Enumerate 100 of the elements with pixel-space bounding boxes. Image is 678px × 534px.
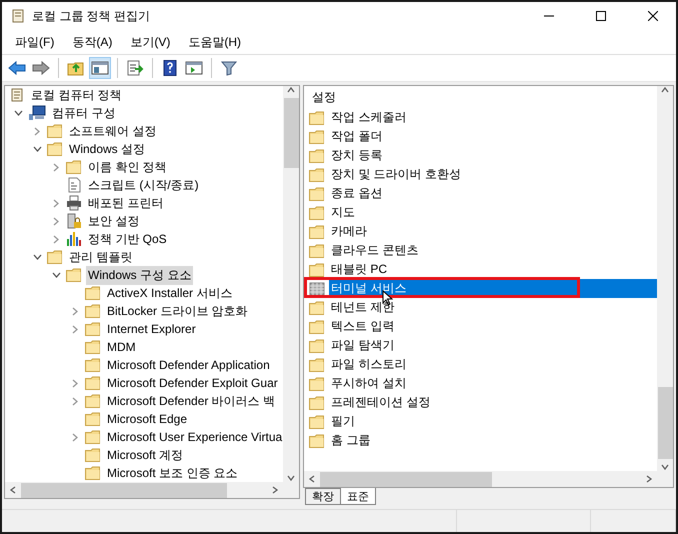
scroll-thumb[interactable] xyxy=(21,482,227,498)
list-item[interactable]: 지도 xyxy=(329,203,657,222)
tree-item[interactable]: Internet Explorer xyxy=(105,321,198,337)
list-item[interactable]: 클라우드 콘텐츠 xyxy=(329,241,657,260)
bar-chart-icon xyxy=(66,231,82,247)
list-item[interactable]: 텍스트 입력 xyxy=(329,317,657,336)
list-item[interactable]: 종료 옵션 xyxy=(329,184,657,203)
menu-item[interactable]: 보기(V) xyxy=(121,34,180,50)
tree-item[interactable]: Microsoft Defender 바이러스 백 xyxy=(105,392,278,410)
view-tab[interactable]: 표준 xyxy=(340,488,376,505)
folder-icon xyxy=(66,268,82,282)
tree-item[interactable]: Microsoft 보조 인증 요소 xyxy=(105,464,240,482)
expand-chevron-icon[interactable] xyxy=(72,306,78,316)
tree-item[interactable]: 배포된 프린터 xyxy=(86,194,166,212)
collapse-chevron-icon[interactable] xyxy=(14,110,22,116)
list-item[interactable]: 작업 폴더 xyxy=(329,127,657,146)
maximize-icon xyxy=(596,11,606,21)
tree-item[interactable]: 컴퓨터 구성 xyxy=(50,104,118,122)
folder-icon xyxy=(309,206,325,220)
expand-chevron-icon[interactable] xyxy=(53,198,59,208)
list-item[interactable]: 푸시하여 설치 xyxy=(329,374,657,393)
vertical-scrollbar[interactable] xyxy=(283,86,299,482)
scroll-up-icon[interactable] xyxy=(661,86,669,94)
folder-icon xyxy=(309,168,325,182)
tree-item[interactable]: Microsoft Edge xyxy=(105,411,190,427)
expand-chevron-icon[interactable] xyxy=(72,378,78,388)
scroll-thumb[interactable] xyxy=(284,98,298,168)
folder-icon xyxy=(309,244,325,258)
folder-icon xyxy=(309,376,325,390)
list-item[interactable]: 태블릿 PC xyxy=(329,260,657,279)
tree-item[interactable]: 관리 템플릿 xyxy=(67,248,134,266)
menu-item[interactable]: 파일(F) xyxy=(6,34,64,50)
scroll-down-icon[interactable] xyxy=(287,474,295,482)
expand-chevron-icon[interactable] xyxy=(34,126,40,136)
lock-icon xyxy=(66,213,82,229)
folder-up-icon xyxy=(67,60,85,76)
tree-item[interactable]: 정책 기반 QoS xyxy=(86,230,169,248)
menu-item[interactable]: 동작(A) xyxy=(63,34,122,50)
scroll-thumb[interactable] xyxy=(658,387,672,459)
filter-icon xyxy=(220,60,238,76)
folder-icon xyxy=(85,448,101,462)
scroll-icon xyxy=(10,8,26,24)
back-arrow-icon xyxy=(8,60,26,76)
tree-item[interactable]: Windows 구성 요소 xyxy=(86,266,194,284)
tree-item[interactable]: 로컬 컴퓨터 정책 xyxy=(29,86,124,104)
folder-icon xyxy=(309,320,325,334)
scroll-up-icon[interactable] xyxy=(287,86,295,94)
list-item[interactable]: 필기 xyxy=(329,412,657,431)
list-item[interactable]: 작업 스케줄러 xyxy=(329,108,657,127)
window-title: 로컬 그룹 정책 편집기 xyxy=(32,8,152,24)
folder-icon xyxy=(47,250,63,264)
list-item[interactable]: 파일 히스토리 xyxy=(329,355,657,374)
scroll-down-icon[interactable] xyxy=(661,463,669,471)
list-item[interactable]: 프레젠테이션 설정 xyxy=(329,393,657,412)
tree-item[interactable]: 보안 설정 xyxy=(86,212,142,230)
export-list-icon xyxy=(126,60,144,76)
scroll-thumb[interactable] xyxy=(320,472,492,486)
tree-item[interactable]: Windows 설정 xyxy=(67,140,148,158)
list-item[interactable]: 홈 그룹 xyxy=(329,431,657,450)
scroll-right-icon[interactable] xyxy=(271,486,279,494)
tree-item[interactable]: 소프트웨어 설정 xyxy=(67,122,158,140)
folder-icon xyxy=(85,394,101,408)
expand-chevron-icon[interactable] xyxy=(72,432,78,442)
tree-item[interactable]: MDM xyxy=(105,339,138,355)
list-item[interactable]: 카메라 xyxy=(329,222,657,241)
expand-chevron-icon[interactable] xyxy=(53,216,59,226)
tree-item[interactable]: BitLocker 드라이브 암호화 xyxy=(105,302,250,320)
collapse-chevron-icon[interactable] xyxy=(52,272,60,278)
list-item[interactable]: 장치 및 드라이버 호환성 xyxy=(329,165,657,184)
folder-icon xyxy=(309,262,325,276)
folder-icon xyxy=(85,286,101,300)
expand-chevron-icon[interactable] xyxy=(53,234,59,244)
tree-item[interactable]: 스크립트 (시작/종료) xyxy=(86,176,201,194)
vertical-scrollbar[interactable] xyxy=(657,86,673,471)
tree-item[interactable]: Microsoft Defender Exploit Guar xyxy=(105,375,280,391)
tree-item[interactable]: 이름 확인 정책 xyxy=(86,158,169,176)
collapse-chevron-icon[interactable] xyxy=(32,146,42,152)
printer-icon xyxy=(66,195,82,211)
folder-icon xyxy=(85,412,101,426)
scroll-right-icon[interactable] xyxy=(645,475,653,483)
folder-icon xyxy=(309,224,325,238)
column-header[interactable]: 설정 xyxy=(304,86,657,108)
list-item[interactable]: 테넌트 제한 xyxy=(329,298,657,317)
folder-icon xyxy=(309,338,325,352)
list-item[interactable]: 파일 탐색기 xyxy=(329,336,657,355)
expand-chevron-icon[interactable] xyxy=(72,396,78,406)
toolbar-button[interactable] xyxy=(89,57,111,79)
expand-chevron-icon[interactable] xyxy=(53,162,59,172)
folder-icon xyxy=(85,466,101,480)
tree-item[interactable]: Microsoft User Experience Virtua xyxy=(105,429,283,445)
scroll-left-icon[interactable] xyxy=(308,475,316,483)
view-tab[interactable]: 확장 xyxy=(305,488,341,505)
menu-item[interactable]: 도움말(H) xyxy=(179,34,250,50)
expand-chevron-icon[interactable] xyxy=(72,324,78,334)
tree-item[interactable]: Microsoft 계정 xyxy=(105,446,186,464)
tree-item[interactable]: Microsoft Defender Application xyxy=(105,357,272,373)
scroll-left-icon[interactable] xyxy=(9,486,17,494)
list-item[interactable]: 장치 등록 xyxy=(329,146,657,165)
collapse-chevron-icon[interactable] xyxy=(32,254,42,260)
tree-item[interactable]: ActiveX Installer 서비스 xyxy=(105,284,234,302)
